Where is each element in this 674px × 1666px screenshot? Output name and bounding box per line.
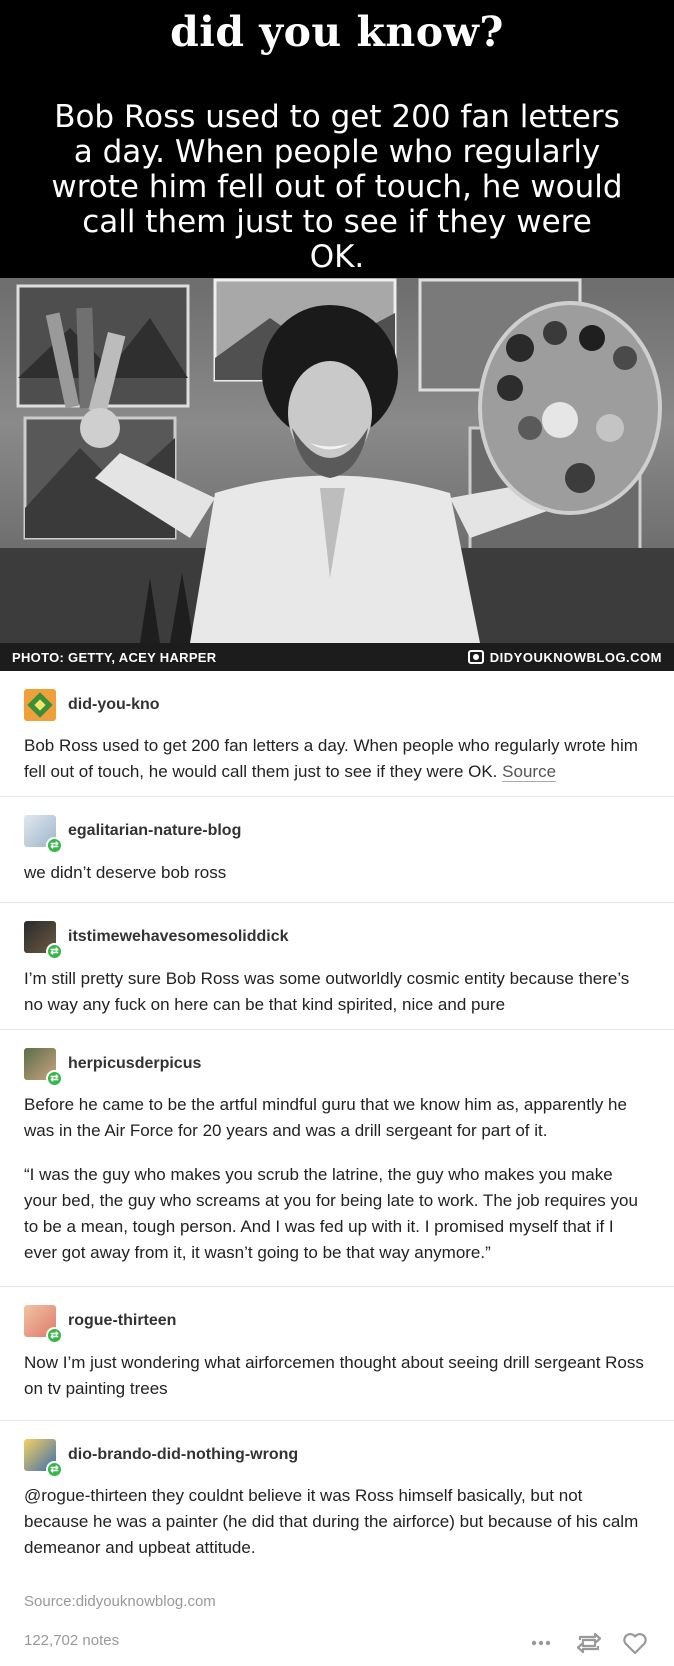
post-itstimewehavesomesoliddick: ⇄ itstimewehavesomesoliddick I’m still p…	[0, 903, 674, 1030]
post-quote: “I was the guy who makes you scrub the l…	[24, 1165, 638, 1262]
source-attribution[interactable]: Source:didyouknowblog.com	[24, 1593, 216, 1610]
post-body: Before he came to be the artful mindful …	[24, 1092, 648, 1266]
post-body: I’m still pretty sure Bob Ross was some …	[24, 966, 648, 1018]
post-did-you-kno: did-you-kno Bob Ross used to get 200 fan…	[0, 671, 674, 797]
post-header: ⇄ herpicusderpicus	[24, 1048, 201, 1087]
header-title: did you know?	[170, 8, 504, 56]
post-body: Bob Ross used to get 200 fan letters a d…	[24, 733, 648, 785]
username[interactable]: rogue-thirteen	[68, 1312, 176, 1330]
blog-watermark: DIDYOUKNOWBLOG.COM	[467, 650, 662, 665]
notes-count[interactable]: 122,702 notes	[24, 1632, 119, 1649]
like-heart-icon[interactable]	[620, 1628, 650, 1658]
more-options-icon[interactable]	[526, 1628, 556, 1658]
source-link[interactable]: Source	[502, 762, 557, 782]
post-text: @rogue-thirteen they couldnt believe it …	[24, 1486, 639, 1557]
post-body: @rogue-thirteen they couldnt believe it …	[24, 1483, 648, 1561]
post-header: ⇄ itstimewehavesomesoliddick	[24, 921, 289, 960]
post-header: ⇄ dio-brando-did-nothing-wrong	[24, 1439, 298, 1478]
post-text: Now I’m just wondering what airforcemen …	[24, 1353, 644, 1398]
avatar[interactable]: ⇄	[24, 1305, 63, 1344]
bob-ross-photo-illustration	[0, 278, 674, 643]
blog-watermark-text: DIDYOUKNOWBLOG.COM	[489, 650, 662, 665]
header-fact-text: Bob Ross used to get 200 fan letters a d…	[51, 99, 623, 275]
photo-credit: PHOTO: GETTY, ACEY HARPER	[12, 650, 217, 665]
reblog-badge-icon: ⇄	[46, 1070, 63, 1087]
username[interactable]: herpicusderpicus	[68, 1055, 201, 1073]
post-rogue-thirteen: ⇄ rogue-thirteen Now I’m just wondering …	[0, 1287, 674, 1421]
reblog-badge-icon: ⇄	[46, 1327, 63, 1344]
photo-caption-bar: PHOTO: GETTY, ACEY HARPER DIDYOUKNOWBLOG…	[0, 643, 674, 671]
username[interactable]: egalitarian-nature-blog	[68, 822, 241, 840]
bob-ross-photo	[0, 278, 674, 643]
post-herpicusderpicus: ⇄ herpicusderpicus Before he came to be …	[0, 1030, 674, 1287]
username[interactable]: itstimewehavesomesoliddick	[68, 928, 289, 946]
post-egalitarian-nature-blog: ⇄ egalitarian-nature-blog we didn’t dese…	[0, 797, 674, 903]
post-body: Now I’m just wondering what airforcemen …	[24, 1350, 648, 1402]
post-footer: 122,702 notes	[0, 1620, 674, 1666]
post-text: Before he came to be the artful mindful …	[24, 1095, 627, 1140]
post-dio-brando-did-nothing-wrong: ⇄ dio-brando-did-nothing-wrong @rogue-th…	[0, 1421, 674, 1591]
post-body: we didn’t deserve bob ross	[24, 860, 648, 886]
avatar[interactable]: ⇄	[24, 1439, 63, 1478]
post-header: ⇄ egalitarian-nature-blog	[24, 815, 241, 854]
post-header: ⇄ rogue-thirteen	[24, 1305, 176, 1344]
post-header: did-you-kno	[24, 689, 160, 721]
did-you-know-logo-icon[interactable]	[24, 689, 56, 721]
post-text: we didn’t deserve bob ross	[24, 863, 227, 882]
reblog-icon[interactable]	[574, 1628, 604, 1658]
post-text: I’m still pretty sure Bob Ross was some …	[24, 969, 630, 1014]
avatar[interactable]: ⇄	[24, 1048, 63, 1087]
avatar[interactable]: ⇄	[24, 815, 63, 854]
reblog-badge-icon: ⇄	[46, 943, 63, 960]
reblog-badge-icon: ⇄	[46, 837, 63, 854]
avatar[interactable]: ⇄	[24, 921, 63, 960]
fact-header: did you know? Bob Ross used to get 200 f…	[0, 0, 674, 278]
reblog-badge-icon: ⇄	[46, 1461, 63, 1478]
username[interactable]: did-you-kno	[68, 696, 160, 714]
blog-logo-icon	[467, 650, 484, 664]
username[interactable]: dio-brando-did-nothing-wrong	[68, 1446, 298, 1464]
